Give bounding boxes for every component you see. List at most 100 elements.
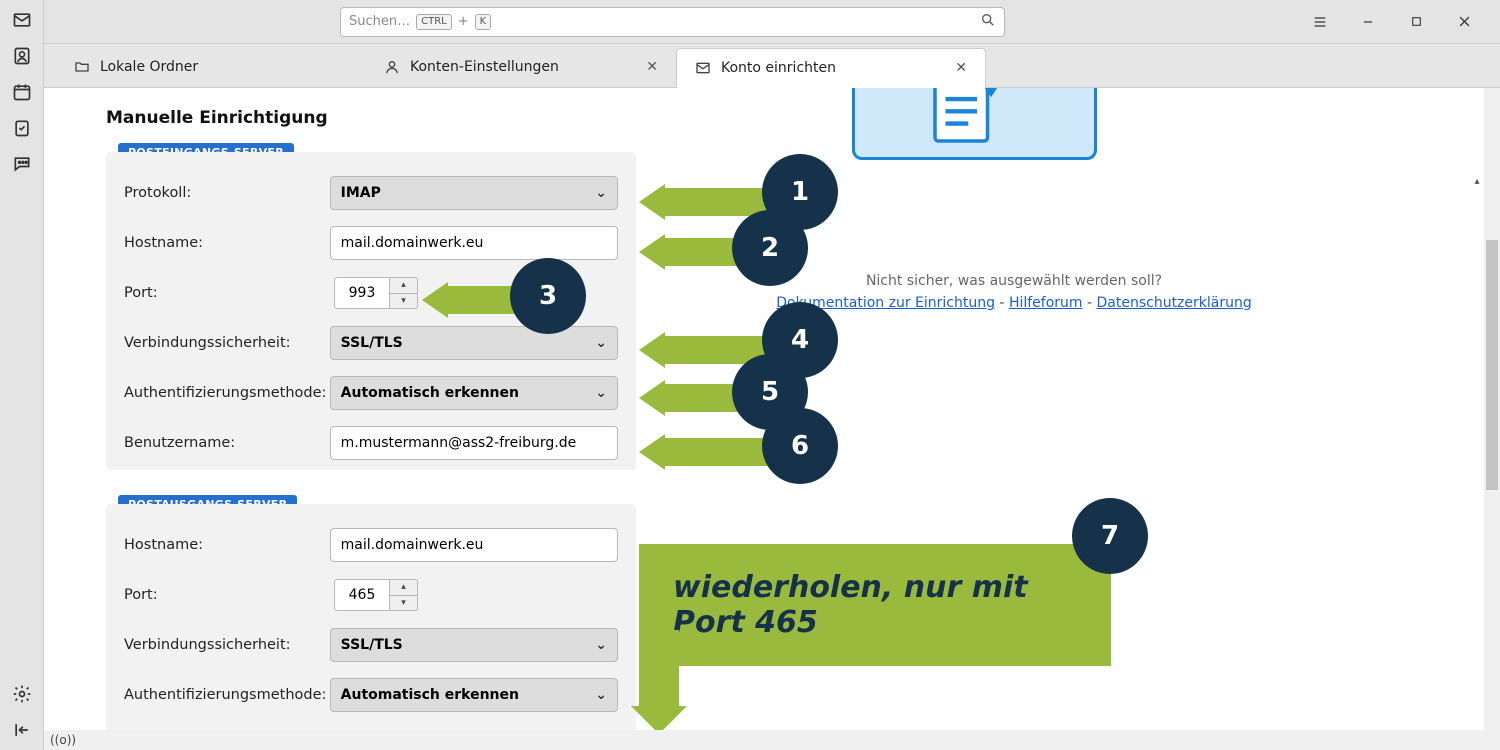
chevron-down-icon: ⌄ xyxy=(595,637,607,653)
separator: - xyxy=(995,295,1009,311)
input-value: mail.domainwerk.eu xyxy=(341,537,484,553)
outgoing-security-select[interactable]: SSL/TLS ⌄ xyxy=(330,628,618,662)
select-value: Automatisch erkennen xyxy=(341,385,519,401)
label-security: Verbindungssicherheit: xyxy=(124,335,330,351)
window-controls xyxy=(1308,10,1492,34)
settings-icon[interactable] xyxy=(12,684,32,704)
annotation-circle-2: 2 xyxy=(732,210,808,286)
global-search[interactable]: Suchen… CTRL + K xyxy=(340,7,1005,37)
input-value: 465 xyxy=(349,587,376,603)
select-value: IMAP xyxy=(341,185,381,201)
mail-icon[interactable] xyxy=(12,10,32,30)
label-security: Verbindungssicherheit: xyxy=(124,637,330,653)
annotation-arrow-down-head xyxy=(631,706,687,730)
label-auth: Authentifizierungsmethode: xyxy=(124,687,330,703)
outgoing-hostname-input[interactable]: mail.domainwerk.eu xyxy=(330,528,618,562)
document-icon xyxy=(925,88,1015,148)
input-value: mail.domainwerk.eu xyxy=(341,235,484,251)
tab-local-folders[interactable]: Lokale Ordner xyxy=(56,47,366,87)
tab-label: Lokale Ordner xyxy=(100,59,198,75)
scroll-up-icon[interactable]: ▴ xyxy=(1471,176,1483,188)
incoming-hostname-input[interactable]: mail.domainwerk.eu xyxy=(330,226,618,260)
status-bar: ((o)) xyxy=(44,730,76,750)
select-value: SSL/TLS xyxy=(341,335,403,351)
contacts-icon[interactable] xyxy=(12,46,32,66)
label-port: Port: xyxy=(124,587,334,603)
incoming-security-select[interactable]: SSL/TLS ⌄ xyxy=(330,326,618,360)
search-placeholder-text: Suchen… xyxy=(349,14,410,29)
chevron-down-icon: ⌄ xyxy=(595,687,607,703)
chevron-down-icon: ⌄ xyxy=(595,335,607,351)
collapse-icon[interactable] xyxy=(12,720,32,740)
titlebar: Suchen… CTRL + K xyxy=(0,0,1500,44)
account-icon xyxy=(384,59,400,75)
tab-account-setup[interactable]: Konto einrichten ✕ xyxy=(676,48,986,88)
chevron-down-icon: ⌄ xyxy=(595,385,607,401)
minimize-button[interactable] xyxy=(1356,10,1380,34)
row-protocol: Protokoll: IMAP ⌄ xyxy=(124,168,618,218)
spinner-down-icon[interactable]: ▾ xyxy=(390,596,417,611)
row-port-out: Port: 465 ▴▾ xyxy=(124,570,618,620)
outgoing-port-input[interactable]: 465 xyxy=(334,579,390,611)
tasks-icon[interactable] xyxy=(12,118,32,138)
outgoing-panel: Hostname: mail.domainwerk.eu Port: 465 ▴… xyxy=(106,504,636,730)
spinner-up-icon[interactable]: ▴ xyxy=(390,580,417,596)
maximize-button[interactable] xyxy=(1404,10,1428,34)
separator: - xyxy=(1083,295,1097,311)
annotation-arrow-down xyxy=(639,630,679,708)
tab-label: Konten-Einstellungen xyxy=(410,59,559,75)
spinner-down-icon[interactable]: ▾ xyxy=(390,294,417,309)
input-value: m.mustermann@ass2-freiburg.de xyxy=(341,435,577,451)
tab-close-icon[interactable]: ✕ xyxy=(646,59,658,75)
input-value: 993 xyxy=(349,285,376,301)
kbd-plus: + xyxy=(458,14,469,29)
annotation-circle-6: 6 xyxy=(762,408,838,484)
select-value: SSL/TLS xyxy=(341,637,403,653)
incoming-port-input[interactable]: 993 xyxy=(334,277,390,309)
scrollbar-thumb[interactable] xyxy=(1486,240,1498,490)
outgoing-auth-select[interactable]: Automatisch erkennen ⌄ xyxy=(330,678,618,712)
illustration xyxy=(852,88,1097,160)
status-text: ((o)) xyxy=(50,733,76,747)
spinner-up-icon[interactable]: ▴ xyxy=(390,278,417,294)
menu-icon[interactable] xyxy=(1308,10,1332,34)
help-question: Nicht sicher, was ausgewählt werden soll… xyxy=(734,273,1294,289)
label-hostname: Hostname: xyxy=(124,537,330,553)
label-hostname: Hostname: xyxy=(124,235,330,251)
tab-account-settings[interactable]: Konten-Einstellungen ✕ xyxy=(366,47,676,87)
search-placeholder: Suchen… CTRL + K xyxy=(349,14,980,30)
row-username: Benutzername: m.mustermann@ass2-freiburg… xyxy=(124,418,618,468)
incoming-auth-select[interactable]: Automatisch erkennen ⌄ xyxy=(330,376,618,410)
annotation-circle-7: 7 xyxy=(1072,498,1148,574)
row-auth: Authentifizierungsmethode: Automatisch e… xyxy=(124,368,618,418)
select-value: Automatisch erkennen xyxy=(341,687,519,703)
folder-icon xyxy=(74,59,90,75)
protocol-select[interactable]: IMAP ⌄ xyxy=(330,176,618,210)
annotation-circle-3: 3 xyxy=(510,258,586,334)
tab-close-icon[interactable]: ✕ xyxy=(955,60,967,76)
row-security-out: Verbindungssicherheit: SSL/TLS ⌄ xyxy=(124,620,618,670)
incoming-username-input[interactable]: m.mustermann@ass2-freiburg.de xyxy=(330,426,618,460)
main-content: ▴ Manuelle Einrichtigung POSTEINGANGS-SE… xyxy=(44,88,1484,730)
link-privacy[interactable]: Datenschutzerklärung xyxy=(1097,295,1252,311)
tabstrip: Lokale Ordner Konten-Einstellungen ✕ Kon… xyxy=(44,44,1500,88)
help-block: Nicht sicher, was ausgewählt werden soll… xyxy=(734,273,1294,311)
kbd-ctrl: CTRL xyxy=(416,14,452,30)
row-hostname-out: Hostname: mail.domainwerk.eu xyxy=(124,520,618,570)
search-icon[interactable] xyxy=(980,12,996,32)
row-auth-out: Authentifizierungsmethode: Automatisch e… xyxy=(124,670,618,720)
close-button[interactable] xyxy=(1452,10,1476,34)
mail-setup-icon xyxy=(695,60,711,76)
kbd-k: K xyxy=(475,14,492,30)
chat-icon[interactable] xyxy=(12,154,32,174)
port-spinner[interactable]: ▴▾ xyxy=(390,277,418,309)
port-spinner[interactable]: ▴▾ xyxy=(390,579,418,611)
link-forum[interactable]: Hilfeforum xyxy=(1009,295,1083,311)
tab-label: Konto einrichten xyxy=(721,60,836,76)
label-auth: Authentifizierungsmethode: xyxy=(124,385,330,401)
label-protocol: Protokoll: xyxy=(124,185,330,201)
label-username: Benutzername: xyxy=(124,435,330,451)
chevron-down-icon: ⌄ xyxy=(595,185,607,201)
calendar-icon[interactable] xyxy=(12,82,32,102)
page-title: Manuelle Einrichtigung xyxy=(106,108,328,128)
